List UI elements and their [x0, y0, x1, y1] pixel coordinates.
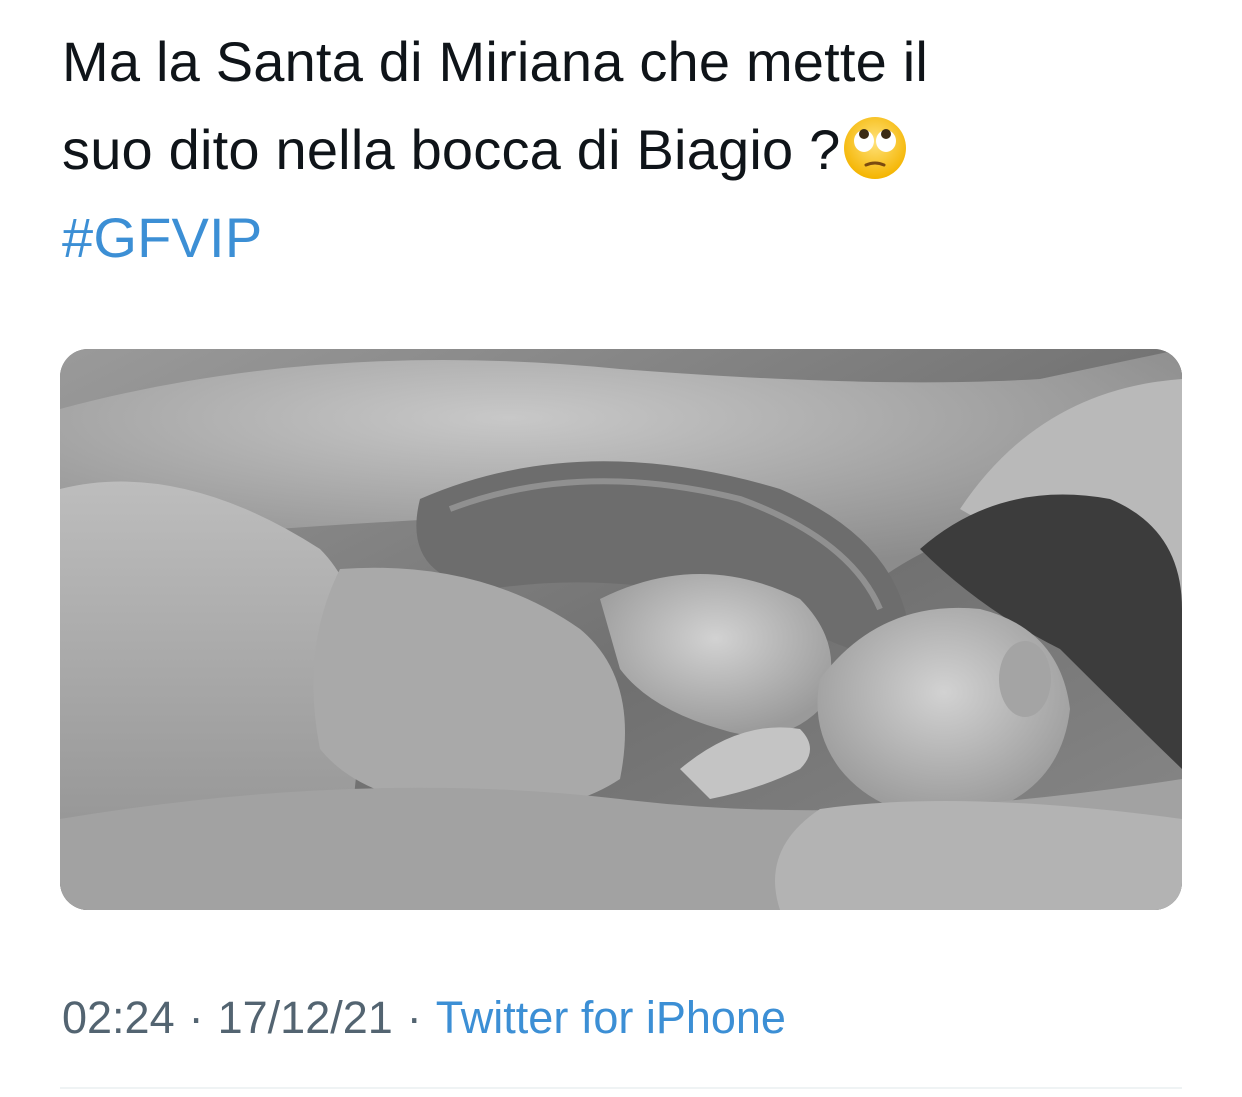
tweet-source-link[interactable]: Twitter for iPhone [436, 992, 786, 1043]
tweet-text: Ma la Santa di Miriana che mette il suo … [62, 18, 1182, 282]
tweet-meta: 02:24 · 17/12/21 · Twitter for iPhone [62, 990, 786, 1046]
tweet-time[interactable]: 02:24 [62, 992, 175, 1043]
hashtag-link[interactable]: #GFVIP [62, 194, 1182, 282]
tweet-text-line: Ma la Santa di Miriana che mette il [62, 30, 929, 93]
tweet-date[interactable]: 17/12/21 [218, 992, 393, 1043]
meta-separator: · [406, 992, 422, 1043]
face-with-rolling-eyes-icon [844, 117, 907, 179]
meta-separator: · [188, 992, 204, 1043]
tweet-photo[interactable] [60, 349, 1182, 910]
photo-illustration [60, 349, 1182, 910]
divider [60, 1087, 1182, 1089]
tweet-text-line: suo dito nella bocca di Biagio ? [62, 106, 1182, 194]
tweet-text-line-2: suo dito nella bocca di Biagio ? [62, 118, 841, 181]
